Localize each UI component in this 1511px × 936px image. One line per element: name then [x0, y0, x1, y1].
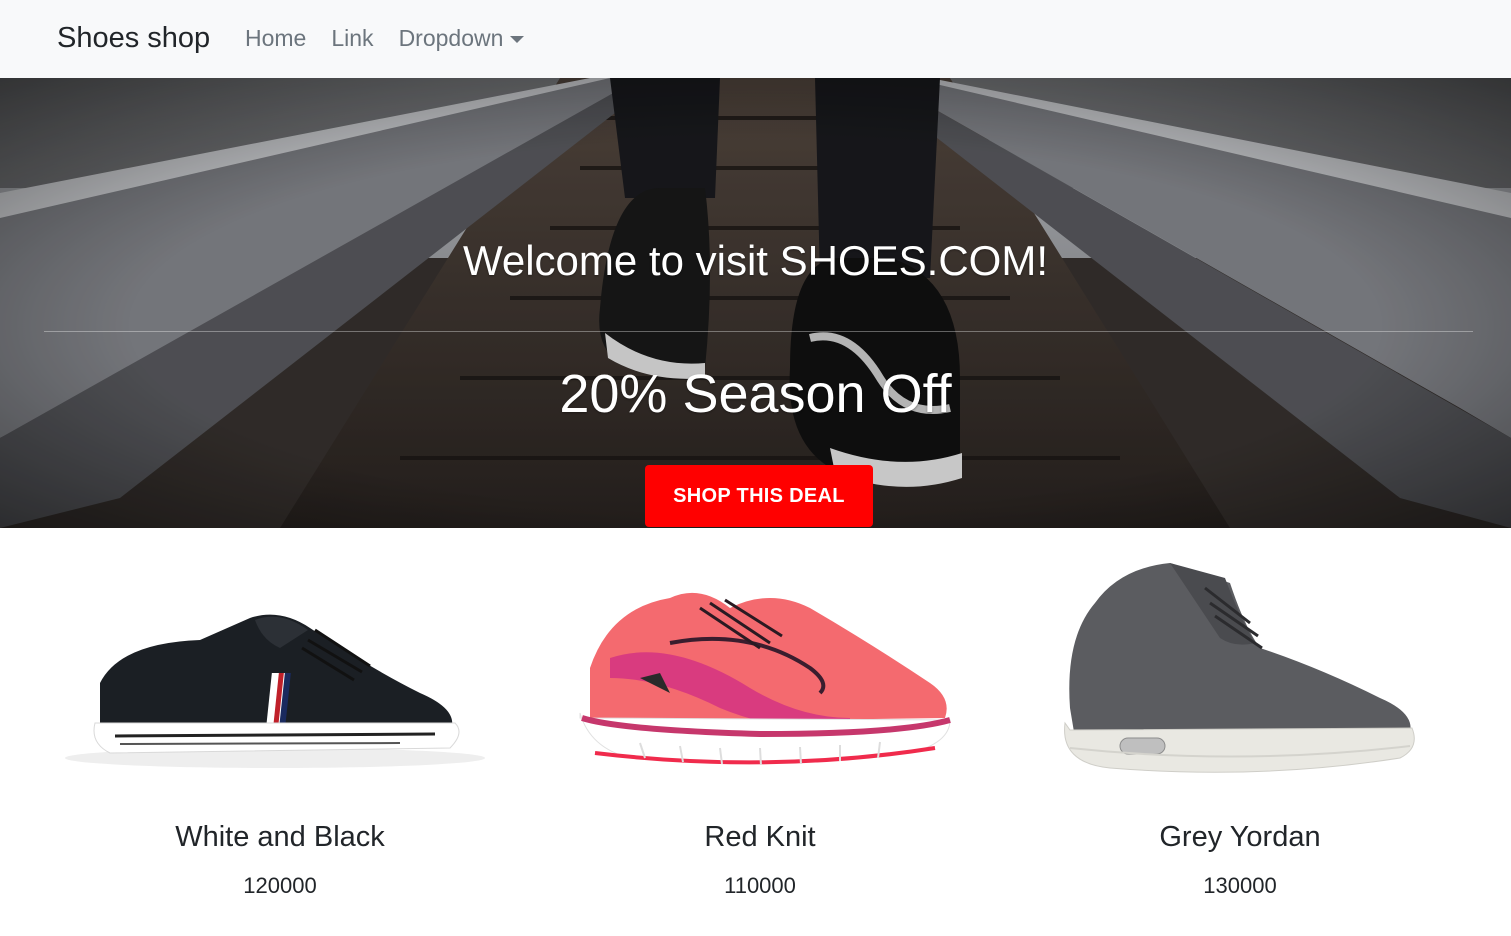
- product-price: 110000: [724, 873, 796, 898]
- product-image-grey-yordan[interactable]: [1000, 548, 1480, 793]
- top-navbar: Shoes shop Home Link Dropdown: [0, 0, 1511, 78]
- nav-link-home[interactable]: Home: [245, 20, 306, 56]
- product-card[interactable]: White and Black 120000: [40, 528, 520, 936]
- product-card[interactable]: Red Knit 110000: [520, 528, 1000, 936]
- product-name[interactable]: Grey Yordan: [1000, 817, 1480, 857]
- nav-links: Home Link Dropdown: [245, 20, 549, 56]
- hero-background-image: [0, 78, 1511, 528]
- product-image-white-black[interactable]: [40, 548, 520, 793]
- product-name[interactable]: White and Black: [40, 817, 520, 857]
- product-list: White and Black 120000 Red Knit 110000 G…: [0, 528, 1511, 936]
- hero-banner: Welcome to visit SHOES.COM! 20% Season O…: [0, 78, 1511, 528]
- brand-link[interactable]: Shoes shop: [57, 18, 210, 58]
- nav-link-link[interactable]: Link: [331, 20, 373, 56]
- product-card[interactable]: Grey Yordan 130000: [1000, 528, 1480, 936]
- nav-dropdown-toggle[interactable]: Dropdown: [399, 20, 525, 56]
- product-name[interactable]: Red Knit: [520, 817, 1000, 857]
- hero-subtitle: 20% Season Off: [559, 364, 952, 424]
- product-price: 130000: [1203, 873, 1277, 898]
- shop-this-deal-button[interactable]: SHOP THIS DEAL: [645, 465, 873, 527]
- product-price: 120000: [243, 873, 317, 898]
- product-image-red-knit[interactable]: [520, 548, 1000, 793]
- hero-divider: [44, 331, 1473, 332]
- nav-dropdown-label: Dropdown: [398, 25, 504, 51]
- caret-down-icon: [510, 35, 525, 43]
- hero-title: Welcome to visit SHOES.COM!: [462, 237, 1048, 284]
